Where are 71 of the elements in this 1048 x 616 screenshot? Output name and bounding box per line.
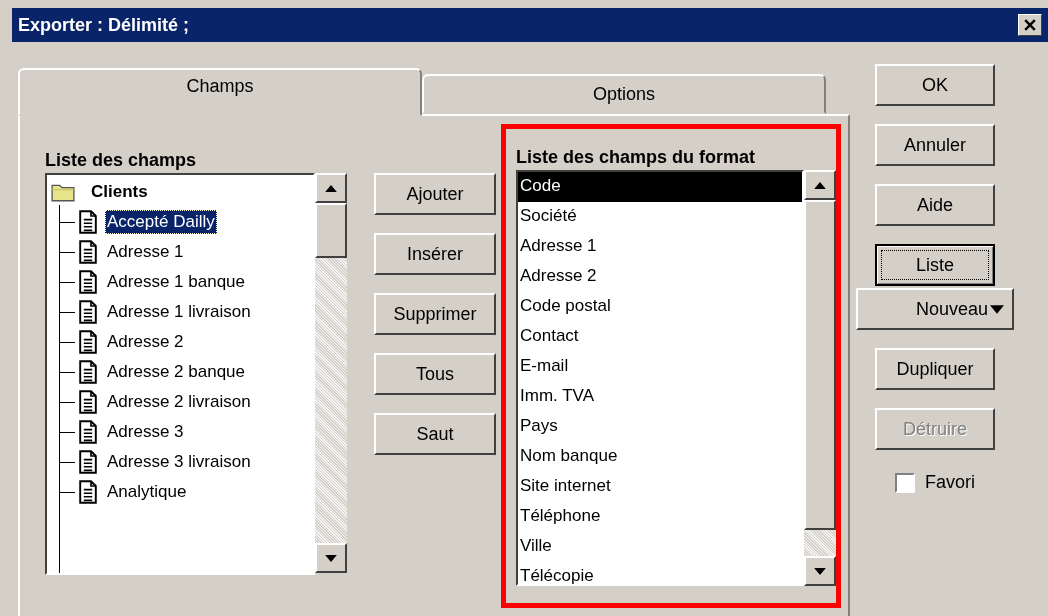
tree-item[interactable]: Analytique	[105, 480, 189, 504]
list-item[interactable]: Adresse 1	[518, 232, 802, 262]
tree-item[interactable]: Adresse 1	[105, 240, 186, 264]
scroll-down-button[interactable]	[315, 543, 347, 573]
close-icon	[1024, 19, 1036, 31]
tree-item[interactable]: Adresse 3 livraison	[105, 450, 253, 474]
scroll-down-button[interactable]	[804, 556, 836, 586]
tree-item[interactable]: Adresse 1 banque	[105, 270, 247, 294]
document-icon	[79, 360, 97, 384]
scrollbar[interactable]	[804, 170, 836, 586]
action-button[interactable]: Tous	[374, 353, 496, 395]
tree-item[interactable]: Clients	[89, 180, 150, 204]
action-button[interactable]: Saut	[374, 413, 496, 455]
checkbox-label[interactable]: Favori	[925, 472, 975, 493]
window-title: Exporter : Délimité ;	[18, 14, 190, 36]
document-icon	[79, 300, 97, 324]
list-item[interactable]: Nom banque	[518, 442, 802, 472]
tree-item[interactable]: Adresse 3	[105, 420, 186, 444]
document-icon	[79, 480, 97, 504]
dialog-button[interactable]: Aide	[875, 184, 995, 226]
list-label: Liste des champs	[45, 149, 198, 172]
dialog-button[interactable]: OK	[875, 64, 995, 106]
action-button[interactable]: Ajouter	[374, 173, 496, 215]
document-icon	[79, 330, 97, 354]
list-item[interactable]: Téléphone	[518, 502, 802, 532]
close-button[interactable]	[1018, 14, 1042, 36]
menu-button[interactable]: Nouveau	[856, 288, 1014, 330]
dialog-button[interactable]: Annuler	[875, 124, 995, 166]
checkbox[interactable]	[895, 472, 915, 493]
document-icon	[79, 450, 97, 474]
up-arrow-icon	[325, 184, 337, 192]
scroll-track[interactable]	[804, 530, 836, 556]
list-item[interactable]: Code postal	[518, 292, 802, 322]
list-item[interactable]: Ville	[518, 532, 802, 562]
list-item[interactable]: Code	[518, 172, 802, 202]
scroll-thumb[interactable]	[804, 200, 836, 530]
list-item[interactable]: E-mail	[518, 352, 802, 382]
down-arrow-icon	[325, 554, 337, 562]
tree-item[interactable]: Accepté Dailly	[105, 210, 217, 234]
document-icon	[79, 420, 97, 444]
tree-item[interactable]: Adresse 1 livraison	[105, 300, 253, 324]
list-item[interactable]: Adresse 2	[518, 262, 802, 292]
scroll-thumb[interactable]	[315, 203, 347, 258]
document-icon	[79, 210, 97, 234]
document-icon	[79, 390, 97, 414]
list-item[interactable]: Pays	[518, 412, 802, 442]
document-icon	[79, 240, 97, 264]
action-button[interactable]: Insérer	[374, 233, 496, 275]
list-item[interactable]: Contact	[518, 322, 802, 352]
list-item[interactable]: Société	[518, 202, 802, 232]
list-label: Liste des champs du format	[516, 146, 757, 169]
format-list[interactable]: Code Société Adresse 1 Adresse 2 Code postal Contact E-mail Imm. TVA Pays Nom banque Site internet Téléphone Ville Télécopie	[516, 170, 804, 586]
tree-item[interactable]: Adresse 2	[105, 330, 186, 354]
document-icon	[79, 270, 97, 294]
action-button[interactable]: Supprimer	[374, 293, 496, 335]
tree-item[interactable]: Adresse 2 banque	[105, 360, 247, 384]
field-tree[interactable]: Clients Accepté Dailly Adresse 1 Adresse 1 banque Adresse 1 livraison Adresse 2 Adresse 2 banque Adresse 2 livraison Adresse 3 Adresse 3 livraison Analytique	[45, 173, 315, 575]
tab[interactable]: Options	[422, 74, 826, 114]
down-arrow-icon	[814, 567, 826, 575]
list-item[interactable]: Imm. TVA	[518, 382, 802, 412]
list-item[interactable]: Site internet	[518, 472, 802, 502]
list-item[interactable]: Télécopie	[518, 562, 802, 584]
dialog-button[interactable]: Liste	[875, 244, 995, 286]
tab[interactable]: Champs	[18, 68, 422, 116]
dialog-button[interactable]: Dupliquer	[875, 348, 995, 390]
scroll-up-button[interactable]	[315, 173, 347, 203]
up-arrow-icon	[814, 181, 826, 189]
scrollbar[interactable]	[315, 173, 347, 573]
caret-icon	[990, 304, 1004, 314]
scroll-up-button[interactable]	[804, 170, 836, 200]
tree-item[interactable]: Adresse 2 livraison	[105, 390, 253, 414]
